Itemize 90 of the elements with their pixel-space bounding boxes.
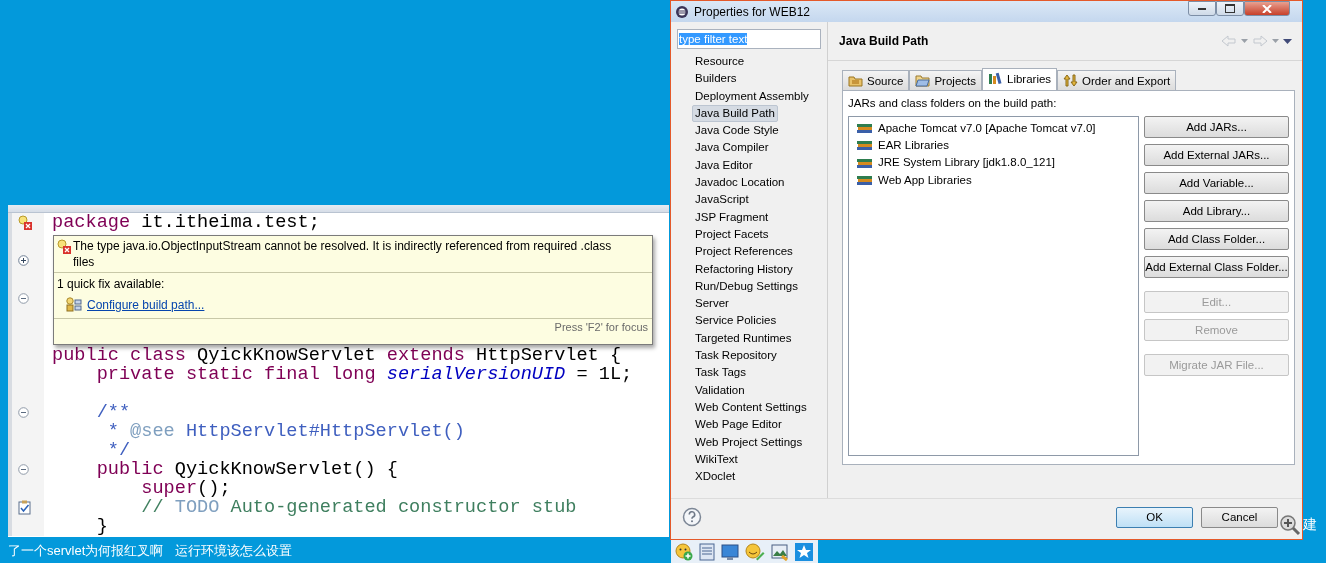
caption-text: 了一个servlet为何报红叉啊 <box>8 542 164 560</box>
quick-fix-heading: 1 quick fix available: <box>57 276 166 293</box>
action-button[interactable]: Add External JARs... <box>1144 144 1289 166</box>
library-item[interactable]: EAR Libraries <box>857 136 1138 154</box>
expand-icon[interactable] <box>18 255 29 266</box>
action-button[interactable]: Add External Class Folder... <box>1144 256 1289 278</box>
tree-item[interactable]: Javadoc Location <box>692 174 788 192</box>
emoji-add-icon[interactable] <box>675 542 693 561</box>
caption-text: 运行环境该怎么设置 <box>175 542 293 560</box>
library-item[interactable]: Apache Tomcat v7.0 [Apache Tomcat v7.0] <box>857 119 1138 137</box>
tree-item[interactable]: XDoclet <box>692 468 739 486</box>
tree-item[interactable]: Java Compiler <box>692 139 772 157</box>
dialog-button[interactable]: Cancel <box>1201 506 1278 528</box>
close-icon <box>1262 4 1272 13</box>
code-line: public QyickKnowServlet() { <box>95 459 398 480</box>
tree-item[interactable]: Service Policies <box>692 312 780 330</box>
emoji-pencil-icon[interactable] <box>745 542 765 561</box>
view-menu-icon[interactable] <box>1283 38 1292 44</box>
help-icon[interactable] <box>682 507 702 527</box>
error-message: The type java.io.ObjectInputStream cannot be resolved. It is indirectly referenced from required .class files <box>73 238 613 270</box>
tab[interactable]: Libraries <box>982 68 1058 90</box>
code-line: public class QyickKnowServlet extends HttpServlet { <box>52 345 622 366</box>
close-button[interactable] <box>1244 1 1290 16</box>
tree-item[interactable]: Task Tags <box>692 364 749 382</box>
books-icon <box>857 156 873 168</box>
quick-fix-link[interactable]: Configure build path... <box>87 298 205 312</box>
maximize-button[interactable] <box>1216 1 1244 16</box>
code-line: * @see HttpServlet#HttpServlet() <box>106 421 465 442</box>
dialog-button[interactable]: OK <box>1116 506 1193 528</box>
library-item[interactable]: JRE System Library [jdk1.8.0_121] <box>857 153 1138 171</box>
tab[interactable]: Projects <box>909 70 982 90</box>
action-button[interactable]: Add Class Folder... <box>1144 228 1289 250</box>
code-line: } <box>95 516 108 537</box>
error-lightbulb-icon[interactable] <box>18 214 32 231</box>
collapse-icon[interactable] <box>18 407 29 418</box>
books-icon <box>857 122 873 134</box>
action-button[interactable]: Add JARs... <box>1144 116 1289 138</box>
code-line: private static final long serialVersionUID = 1L; <box>95 364 633 385</box>
action-button[interactable]: Add Variable... <box>1144 172 1289 194</box>
tree-item[interactable]: Web Page Editor <box>692 416 785 434</box>
books-icon <box>857 139 873 151</box>
app-icon <box>675 4 689 19</box>
code-line: // TODO Auto-generated constructor stub <box>140 497 577 518</box>
window-title: Properties for WEB12 <box>694 4 811 19</box>
tree-item[interactable]: Web Project Settings <box>692 433 806 451</box>
star-icon[interactable] <box>795 542 813 561</box>
books-icon <box>857 174 873 186</box>
tab[interactable]: Source <box>842 70 910 90</box>
package-icon <box>848 74 863 87</box>
collapse-icon[interactable] <box>18 293 29 304</box>
library-item[interactable]: Web App Libraries <box>857 170 1138 189</box>
folder-icon <box>915 74 931 87</box>
code-line: */ <box>106 440 131 461</box>
tree-item[interactable]: Builders <box>692 70 740 88</box>
page-title: Java Build Path <box>839 34 929 48</box>
tree-item[interactable]: Project Facets <box>692 225 772 244</box>
tree-item[interactable]: Java Editor <box>692 156 756 175</box>
minimize-button[interactable] <box>1188 1 1216 16</box>
collapse-icon[interactable] <box>18 464 29 475</box>
tree-item[interactable]: Java Build Path <box>692 104 778 123</box>
tree-item[interactable]: Targeted Runtimes <box>692 329 795 348</box>
sort-arrows-icon <box>1063 74 1079 87</box>
build-path-icon <box>65 297 83 313</box>
code-line: package it.itheima.test; <box>52 212 320 233</box>
zoom-in-icon[interactable] <box>1279 514 1301 536</box>
code-line: super(); <box>140 478 231 499</box>
tree-item[interactable]: JSP Fragment <box>692 208 772 226</box>
tree-item[interactable]: Refactoring History <box>692 260 796 278</box>
tree-item[interactable]: Server <box>692 295 732 313</box>
tree-item[interactable]: Resource <box>692 53 748 71</box>
tree-item[interactable]: Web Content Settings <box>692 398 810 417</box>
list-label: JARs and class folders on the build path: <box>848 96 1058 110</box>
books-icon <box>988 72 1003 85</box>
tab[interactable]: Order and Export <box>1057 70 1177 90</box>
picture-icon[interactable] <box>771 542 789 561</box>
error-lightbulb-icon <box>57 239 71 255</box>
tree-item[interactable]: Task Repository <box>692 347 780 365</box>
tree-item[interactable]: JavaScript <box>692 191 752 209</box>
action-button[interactable]: Add Library... <box>1144 200 1289 222</box>
tree-item[interactable]: Java Code Style <box>692 122 782 140</box>
side-text: 建 <box>1303 516 1317 534</box>
tree-item[interactable]: Run/Debug Settings <box>692 277 801 296</box>
tree-item[interactable]: Validation <box>692 381 748 399</box>
task-icon <box>18 500 31 515</box>
focus-hint: Press 'F2' for focus <box>553 320 649 334</box>
tree-item[interactable]: Deployment Assembly <box>692 87 812 105</box>
tree-item[interactable]: WikiText <box>692 450 741 469</box>
monitor-icon[interactable] <box>721 542 739 561</box>
tree-item[interactable]: Project References <box>692 243 796 261</box>
code-line: /** <box>95 402 131 423</box>
